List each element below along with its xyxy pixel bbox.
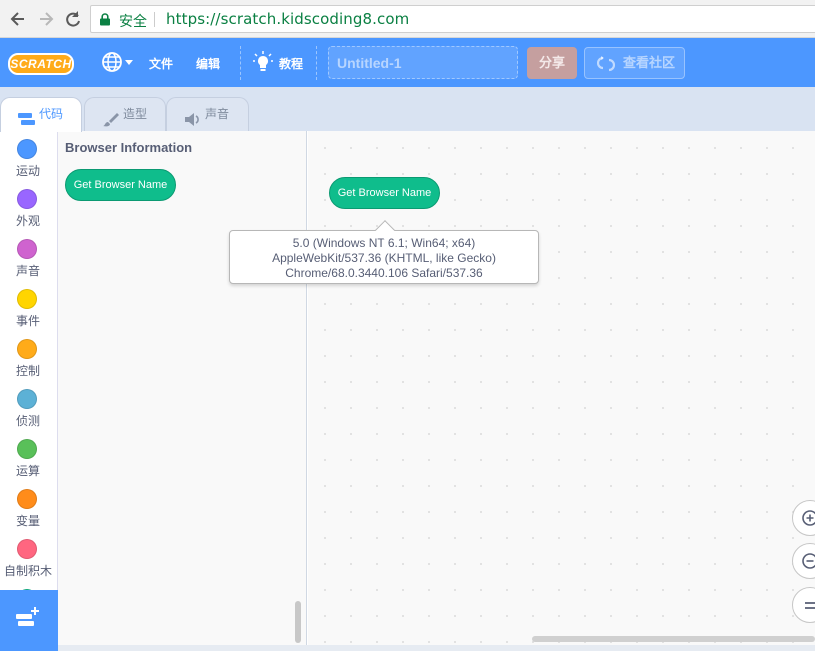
- category-label: 运算: [15, 464, 40, 478]
- edit-menu[interactable]: 编辑: [196, 55, 220, 72]
- see-community-label: 查看社区: [623, 55, 676, 70]
- category-sound[interactable]: 声音: [0, 232, 57, 282]
- category-operators[interactable]: 运算: [0, 432, 57, 482]
- address-separator: [154, 12, 155, 27]
- category-dot: [17, 189, 37, 209]
- category-menu: 运动 外观 声音 事件 控制 侦测 运算 变量 自制积木: [0, 131, 58, 651]
- category-control[interactable]: 控制: [0, 332, 57, 382]
- zoom-reset-icon: [805, 602, 815, 609]
- category-sensing[interactable]: 侦测: [0, 382, 57, 432]
- tab-sounds-label: 声音: [205, 107, 230, 121]
- category-looks[interactable]: 外观: [0, 182, 57, 232]
- browser-toolbar: 安全 https://scratch.kidscoding8.com: [0, 0, 815, 38]
- workspace-horizontal-scrollbar[interactable]: [532, 636, 815, 642]
- palette-scrollbar[interactable]: [295, 601, 301, 643]
- remix-icon: [596, 54, 616, 72]
- category-dot: [17, 539, 37, 559]
- tab-code[interactable]: 代码: [0, 97, 82, 132]
- category-label: 运动: [15, 164, 40, 178]
- add-extension-button[interactable]: [0, 590, 58, 651]
- globe-icon[interactable]: [101, 50, 135, 74]
- tab-code-label: 代码: [39, 107, 64, 121]
- report-bubble: 5.0 (Windows NT 6.1; Win64; x64) AppleWe…: [229, 220, 539, 284]
- category-label: 自制积木: [3, 564, 52, 578]
- bubble-line: AppleWebKit/537.36 (KHTML, like Gecko): [272, 251, 496, 265]
- category-dot: [17, 239, 37, 259]
- category-dot: [17, 389, 37, 409]
- bubble-line: Chrome/68.0.3440.106 Safari/537.36: [285, 266, 483, 280]
- category-dot: [17, 139, 37, 159]
- category-events[interactable]: 事件: [0, 282, 57, 332]
- block-palette: Browser Information Get Browser Name: [58, 131, 307, 651]
- tutorials-menu[interactable]: 教程: [279, 55, 303, 72]
- address-bar[interactable]: 安全 https://scratch.kidscoding8.com: [90, 5, 815, 33]
- scratch-logo[interactable]: SCRATCH: [8, 53, 74, 75]
- paintbrush-icon: [102, 107, 120, 127]
- get-browser-name-block[interactable]: Get Browser Name: [65, 169, 176, 201]
- zoom-out-icon: [802, 553, 815, 569]
- category-label: 侦测: [15, 414, 40, 428]
- menu-divider: [316, 46, 317, 80]
- url-text[interactable]: https://scratch.kidscoding8.com: [166, 10, 409, 28]
- secure-label: 安全: [119, 13, 147, 29]
- project-title-input[interactable]: Untitled-1: [328, 46, 518, 79]
- tab-sounds[interactable]: 声音: [166, 97, 249, 131]
- category-label: 事件: [15, 314, 40, 328]
- reload-icon[interactable]: [63, 8, 83, 30]
- add-extension-icon: [16, 606, 40, 628]
- category-label: 外观: [15, 214, 40, 228]
- category-label: 声音: [15, 264, 40, 278]
- palette-heading: Browser Information: [65, 140, 193, 155]
- category-dot: [17, 339, 37, 359]
- editor-tabs: 代码 造型 声音: [0, 87, 815, 132]
- menu-divider: [240, 46, 241, 80]
- back-arrow-icon[interactable]: [8, 8, 28, 30]
- code-workspace[interactable]: Get Browser Name: [308, 131, 815, 651]
- share-button[interactable]: 分享: [527, 47, 577, 79]
- lock-icon: [99, 13, 111, 26]
- category-label: 变量: [15, 514, 40, 528]
- tab-costumes-label: 造型: [123, 107, 148, 121]
- category-my-blocks[interactable]: 自制积木: [0, 532, 57, 582]
- forward-arrow-icon[interactable]: [36, 8, 56, 30]
- file-menu[interactable]: 文件: [149, 55, 173, 72]
- category-dot: [17, 489, 37, 509]
- workspace-get-browser-name-block[interactable]: Get Browser Name: [329, 177, 440, 209]
- category-label: 控制: [15, 364, 40, 378]
- category-dot: [17, 289, 37, 309]
- speaker-icon: [184, 107, 202, 126]
- category-dot: [17, 439, 37, 459]
- category-variables[interactable]: 变量: [0, 482, 57, 532]
- category-motion[interactable]: 运动: [0, 132, 57, 182]
- scratch-menu-bar: SCRATCH 文件 编辑 教程 Untitled-1 分享 查看社区: [0, 38, 815, 87]
- see-community-button[interactable]: 查看社区: [584, 47, 685, 79]
- lightbulb-icon[interactable]: [253, 51, 273, 73]
- workspace-bottom-edge: [58, 645, 815, 651]
- zoom-in-icon: [802, 510, 815, 526]
- code-blocks-icon: [18, 107, 36, 125]
- tab-costumes[interactable]: 造型: [84, 97, 166, 131]
